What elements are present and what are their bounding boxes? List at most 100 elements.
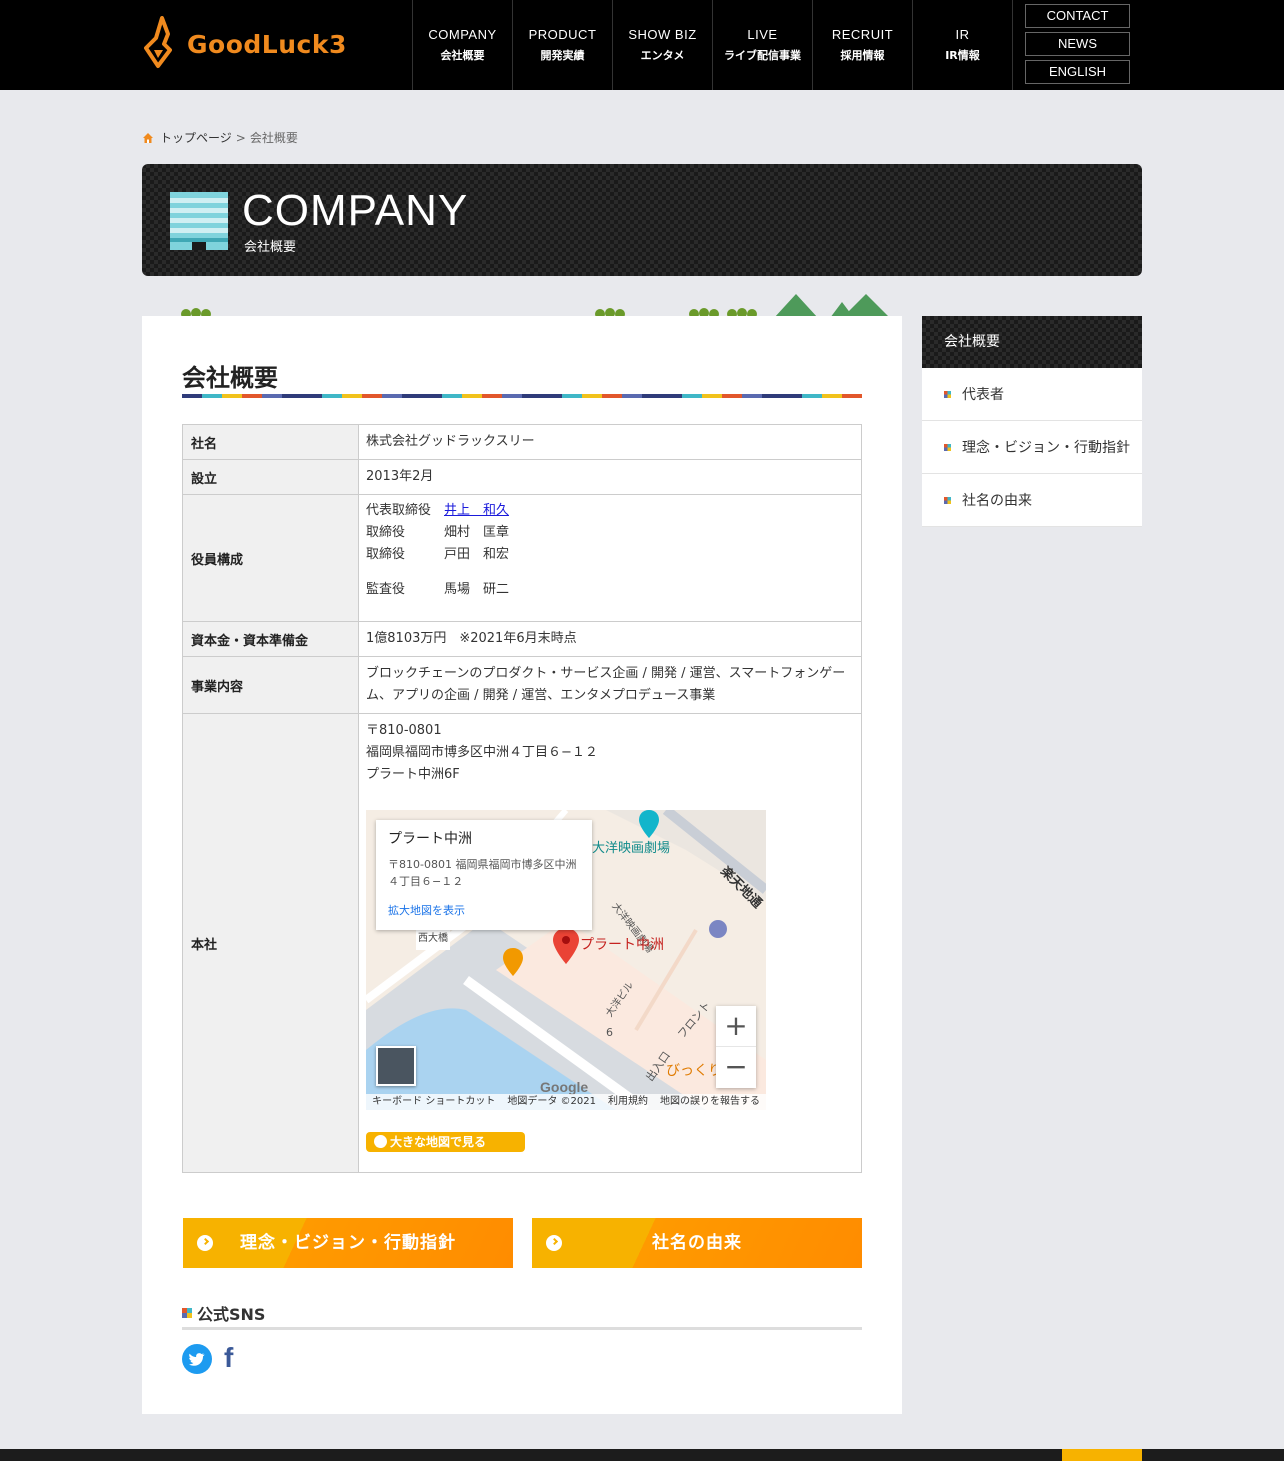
page-top-button[interactable]: [1062, 1449, 1142, 1461]
satellite-toggle-button[interactable]: [376, 1046, 416, 1086]
breadcrumb-current: 会社概要: [249, 131, 298, 145]
section-title: 会社概要: [182, 364, 278, 392]
name-origin-button-label: 社名の由来: [652, 1233, 742, 1253]
map-label-surprise: びっくり: [666, 1063, 722, 1079]
colored-square-icon: [182, 1308, 192, 1318]
breadcrumb-home-link[interactable]: トップページ: [160, 129, 232, 146]
twitter-bird-icon: [189, 1353, 205, 1366]
sidebar-item-label: 社名の由来: [962, 493, 1032, 509]
row-label: 資本金・資本準備金: [182, 621, 359, 657]
nav-show-biz[interactable]: SHOW BIZ エンタメ: [612, 0, 712, 90]
philosophy-button-label: 理念・ビジョン・行動指針: [240, 1233, 456, 1253]
page-subtitle: 会社概要: [244, 240, 297, 255]
table-row: 役員構成 代表取締役 井上 和久 取締役 畑村 匡章 取締役 戸田 和宏 監査役: [182, 494, 862, 622]
page-banner: COMPANY 会社概要: [142, 164, 1142, 276]
facebook-icon[interactable]: f: [224, 1342, 240, 1374]
zoom-in-button[interactable]: +: [716, 1006, 756, 1047]
hq-building: プラート中洲6F: [366, 767, 460, 782]
sidebar: 会社概要 代表者 理念・ビジョン・行動指針 社名の由来: [922, 316, 1142, 527]
officer: 監査役 馬場 研二: [366, 579, 854, 601]
contact-button[interactable]: CONTACT: [1025, 4, 1130, 28]
zoom-out-button[interactable]: −: [716, 1047, 756, 1088]
sidebar-item-philosophy[interactable]: 理念・ビジョン・行動指針: [922, 421, 1142, 474]
building-icon: [170, 192, 228, 250]
map-enlarge-link[interactable]: 拡大地図を表示: [388, 900, 580, 922]
row-label: 役員構成: [182, 494, 359, 622]
founded-date: 2013年2月: [358, 459, 862, 495]
restaurant-poi-icon: [503, 948, 523, 976]
nav-company[interactable]: COMPANY 会社概要: [412, 0, 512, 90]
english-button[interactable]: ENGLISH: [1025, 60, 1130, 84]
nav-label-ja: 採用情報: [840, 49, 885, 62]
officer-role: 取締役: [366, 547, 406, 562]
terms-link[interactable]: 利用規約: [602, 1094, 654, 1110]
decorative-trees: [181, 294, 890, 318]
page-title: COMPANY: [242, 186, 469, 235]
table-row: 本社 〒810-0801 福岡県福岡市博多区中洲４丁目６−１２ プラート中洲6F: [182, 713, 862, 1173]
map-pin-icon: [553, 928, 579, 964]
logo-text: GoodLuck3: [187, 30, 347, 59]
officers-cell: 代表取締役 井上 和久 取締役 畑村 匡章 取締役 戸田 和宏 監査役 馬場 研…: [358, 494, 862, 622]
sns-title: 公式SNS: [197, 1305, 266, 1324]
nav-label-en: LIVE: [747, 27, 778, 42]
sidebar-item-label: 理念・ビジョン・行動指針: [962, 440, 1130, 456]
embedded-map[interactable]: 大洋映画劇場 大洋映画劇場 プラート中洲 西大橋 楽天地通 大洋ビル フロント …: [366, 810, 766, 1110]
capital-value: 1億8103万円 ※2021年6月末時点: [358, 621, 862, 657]
nav-live[interactable]: LIVE ライブ配信事業: [712, 0, 812, 90]
sidebar-item-representative[interactable]: 代表者: [922, 368, 1142, 421]
hq-cell: 〒810-0801 福岡県福岡市博多区中洲４丁目６−１２ プラート中洲6F 大洋…: [358, 713, 862, 1173]
company-name: 株式会社グッドラックスリー: [358, 424, 862, 460]
report-error-link[interactable]: 地図の誤りを報告する: [654, 1094, 766, 1110]
map-footer: キーボード ショートカット 地図データ ©2021 利用規約 地図の誤りを報告す…: [366, 1094, 766, 1110]
sidebar-item-name-origin[interactable]: 社名の由来: [922, 474, 1142, 527]
nav-label-ja: 開発実績: [540, 49, 585, 62]
hq-address: 福岡県福岡市博多区中洲４丁目６−１２: [366, 745, 598, 760]
officer-role: 監査役: [366, 582, 406, 597]
row-label: 社名: [182, 424, 359, 460]
sidebar-heading: 会社概要: [922, 316, 1142, 368]
officer-name: 馬場 研二: [444, 582, 510, 597]
nav-divider: [1012, 0, 1013, 90]
nav-label-ja: IR情報: [945, 49, 980, 62]
name-origin-button[interactable]: 社名の由来: [532, 1218, 862, 1268]
officer: 代表取締役 井上 和久: [366, 500, 854, 522]
row-label: 設立: [182, 459, 359, 495]
site-header: GoodLuck3 COMPANY 会社概要 PRODUCT 開発実績 SHOW…: [0, 0, 1284, 90]
officer-name: 畑村 匡章: [444, 525, 510, 540]
business-value: ブロックチェーンのプロダクト・サービス企画 / 開発 / 運営、スマートフォンゲ…: [358, 656, 862, 714]
header-side-buttons: CONTACT NEWS ENGLISH: [1025, 4, 1130, 88]
twitter-icon[interactable]: [182, 1344, 212, 1374]
nav-label-en: IR: [955, 27, 970, 42]
nav-label-ja: ライブ配信事業: [724, 49, 801, 62]
map-data-credit: 地図データ ©2021: [501, 1094, 602, 1110]
officer: 取締役 戸田 和宏: [366, 544, 854, 566]
nav-recruit[interactable]: RECRUIT 採用情報: [812, 0, 912, 90]
philosophy-button[interactable]: 理念・ビジョン・行動指針: [183, 1218, 513, 1268]
title-underline: [182, 394, 862, 398]
table-row: 事業内容 ブロックチェーンのプロダクト・サービス企画 / 開発 / 運営、スマー…: [182, 656, 862, 714]
map-label-bridge: 西大橋: [416, 928, 450, 950]
ceo-name-link[interactable]: 井上 和久: [444, 500, 509, 522]
news-button[interactable]: NEWS: [1025, 32, 1130, 56]
nav-ir[interactable]: IR IR情報: [912, 0, 1012, 90]
logo-flame-icon: [144, 16, 172, 68]
colored-square-icon: [944, 390, 951, 398]
row-label: 本社: [182, 713, 359, 1173]
keyboard-shortcuts-link[interactable]: キーボード ショートカット: [366, 1094, 502, 1110]
officer-name: 戸田 和宏: [444, 547, 510, 562]
nav-label-en: PRODUCT: [528, 27, 597, 42]
cinema-poi-icon: [639, 810, 659, 838]
home-icon: [143, 132, 153, 143]
table-row: 設立 2013年2月: [182, 459, 862, 495]
sns-divider: [182, 1327, 862, 1330]
company-info-table: 社名 株式会社グッドラックスリー 設立 2013年2月 役員構成 代表取締役 井…: [182, 424, 862, 1173]
nav-label-en: COMPANY: [428, 27, 497, 42]
map-card-title: プラート中洲: [388, 831, 472, 847]
big-map-button[interactable]: 大きな地図で見る: [366, 1132, 525, 1152]
footer-strip: [0, 1449, 1284, 1461]
officer-role: 取締役: [366, 525, 406, 540]
map-info-card: プラート中洲 〒810-0801 福岡県福岡市博多区中洲４丁目６−１２ 拡大地図…: [376, 820, 592, 930]
map-label-theater: 大洋映画劇場: [592, 841, 671, 856]
logo[interactable]: GoodLuck3: [140, 16, 360, 70]
nav-product[interactable]: PRODUCT 開発実績: [512, 0, 612, 90]
